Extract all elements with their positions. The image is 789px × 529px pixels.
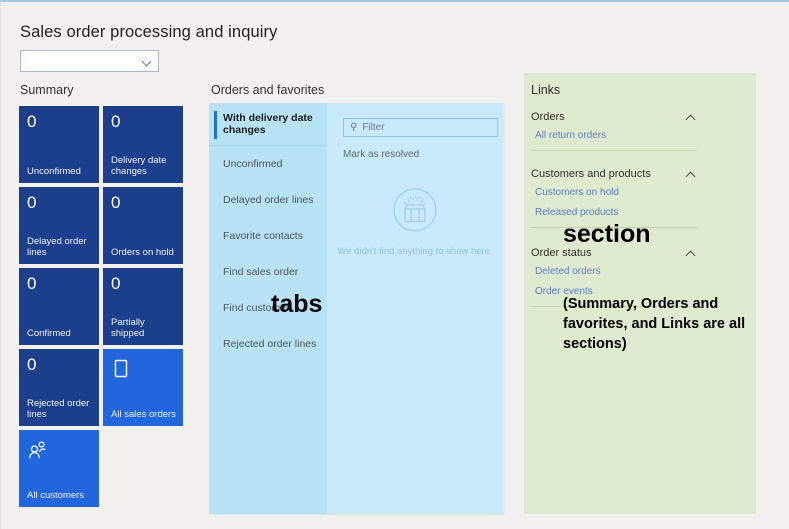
summary-tile[interactable]: All customers	[19, 430, 99, 507]
summary-tile-label: Orders on hold	[111, 247, 174, 258]
filter-placeholder: Filter	[362, 122, 385, 133]
link-item[interactable]: All return orders	[531, 125, 697, 145]
tab-delayed-order-lines[interactable]: Delayed order lines	[209, 182, 327, 218]
mark-as-resolved-button[interactable]: Mark as resolved	[343, 149, 419, 160]
summary-tile-label: All sales orders	[111, 409, 176, 420]
summary-tile-value: 0	[27, 112, 37, 131]
annotation-section: section	[563, 220, 651, 248]
legal-entity-select[interactable]	[20, 50, 159, 72]
tab-label: With delivery date changes	[223, 112, 313, 136]
summary-tile[interactable]: 0 Unconfirmed	[19, 106, 99, 183]
summary-tile-label: Confirmed	[27, 328, 71, 339]
tab-label: Favorite contacts	[223, 230, 303, 242]
tab-rejected-order-lines[interactable]: Rejected order lines	[209, 326, 327, 362]
search-icon: ⚲	[350, 122, 358, 133]
chevron-down-icon	[143, 57, 152, 66]
summary-tile-label: All customers	[27, 490, 85, 501]
summary-tile[interactable]: 0 Delayed order lines	[19, 187, 99, 264]
document-icon	[111, 358, 133, 380]
links-group-header[interactable]: Orders	[531, 111, 697, 125]
tab-label: Delayed order lines	[223, 194, 314, 206]
tab-find-sales-order[interactable]: Find sales order	[209, 254, 327, 290]
empty-state-message: We didn't find anything to show here.	[337, 246, 493, 257]
summary-section-heading: Summary	[20, 83, 74, 97]
page-title: Sales order processing and inquiry	[20, 23, 278, 41]
links-group-header[interactable]: Order status	[531, 247, 697, 261]
empty-box-icon	[392, 187, 438, 238]
summary-tile-value: 0	[111, 112, 121, 131]
annotation-tabs: tabs	[271, 290, 323, 318]
summary-tile[interactable]: 0 Partially shipped	[103, 268, 183, 345]
annotation-note: (Summary, Orders and favorites, and Link…	[563, 296, 746, 352]
chevron-up-icon[interactable]	[686, 171, 697, 178]
link-item[interactable]: Deleted orders	[531, 261, 697, 281]
app-root: Sales order processing and inquiry Summa…	[0, 0, 789, 529]
orders-favorites-panel: With delivery date changes Unconfirmed Del…	[209, 103, 503, 514]
summary-tile-value: 0	[111, 193, 121, 212]
tab-label: Rejected order lines	[223, 338, 317, 350]
summary-tile-value: 0	[111, 274, 121, 293]
summary-tile-label: Delivery date changes	[111, 155, 167, 177]
summary-tile-label: Rejected order lines	[27, 398, 90, 420]
links-group: Orders All return orders	[531, 111, 697, 151]
summary-tile-value: 0	[27, 274, 37, 293]
links-group-header[interactable]: Customers and products	[531, 168, 697, 182]
tab-label: Find sales order	[223, 266, 299, 278]
links-section-heading: Links	[531, 83, 561, 97]
summary-tile[interactable]: All sales orders	[103, 349, 183, 426]
link-item[interactable]: Customers on hold	[531, 182, 697, 202]
tab-with-delivery-date-changes[interactable]: With delivery date changes	[209, 103, 327, 146]
summary-tile[interactable]: 0 Delivery date changes	[103, 106, 183, 183]
chevron-up-icon[interactable]	[686, 114, 697, 121]
people-icon	[27, 439, 49, 461]
divider	[531, 150, 697, 151]
summary-tile-label: Partially shipped	[111, 317, 145, 339]
summary-tile-value: 0	[27, 193, 37, 212]
links-group-title: Orders	[531, 111, 565, 123]
tab-unconfirmed[interactable]: Unconfirmed	[209, 146, 327, 182]
summary-tile-value: 0	[27, 355, 37, 374]
orders-favorites-section-heading: Orders and favorites	[211, 83, 325, 97]
summary-tile[interactable]: 0 Confirmed	[19, 268, 99, 345]
summary-tile-label: Delayed order lines	[27, 236, 87, 258]
link-item[interactable]: Released products	[531, 202, 697, 222]
summary-tile-label: Unconfirmed	[27, 166, 81, 177]
summary-tile[interactable]: 0 Orders on hold	[103, 187, 183, 264]
tab-favorite-contacts[interactable]: Favorite contacts	[209, 218, 327, 254]
orders-content-area: ⚲ Filter Mark as resolved We didn't find…	[327, 103, 503, 514]
filter-input[interactable]: ⚲ Filter	[343, 118, 498, 137]
summary-tile[interactable]: 0 Rejected order lines	[19, 349, 99, 426]
tab-label: Unconfirmed	[223, 158, 283, 170]
chevron-up-icon[interactable]	[686, 250, 697, 257]
links-group: Customers and products Customers on hold R…	[531, 168, 697, 228]
summary-tile-grid: 0 Unconfirmed 0 Delivery date changes 0 Delay…	[19, 106, 183, 507]
links-group-title: Customers and products	[531, 168, 651, 180]
empty-state: We didn't find anything to show here.	[327, 187, 503, 257]
